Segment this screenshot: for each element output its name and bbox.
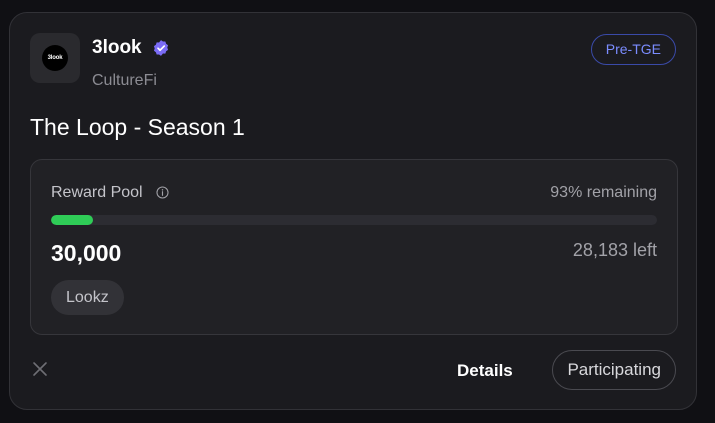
project-name: 3look — [92, 37, 142, 58]
reward-pool-left: 28,183 left — [572, 240, 657, 260]
participating-button[interactable]: Participating — [552, 350, 676, 390]
project-logo-mark: 3look — [42, 45, 68, 71]
reward-pool-panel: Reward Pool 93% remaining 30,000 28,183 … — [30, 159, 678, 335]
token-chip: Lookz — [51, 280, 124, 315]
details-link[interactable]: Details — [457, 361, 513, 381]
x-icon[interactable] — [32, 361, 48, 377]
verified-badge-icon — [153, 40, 169, 56]
remaining-percent: 93% remaining — [550, 184, 657, 201]
project-logo: 3look — [30, 33, 80, 83]
reward-pool-label: Reward Pool — [51, 184, 143, 201]
reward-pool-amount: 30,000 — [51, 240, 122, 266]
stage-badge: Pre-TGE — [590, 34, 676, 65]
campaign-title: The Loop - Season 1 — [30, 114, 245, 140]
project-category: CultureFi — [92, 72, 157, 89]
info-icon[interactable] — [156, 186, 169, 199]
reward-progress-bar — [51, 215, 657, 225]
campaign-card[interactable]: 3look 3look CultureFi Pre-TGE The Loop -… — [9, 12, 697, 410]
reward-progress-fill — [51, 215, 94, 225]
